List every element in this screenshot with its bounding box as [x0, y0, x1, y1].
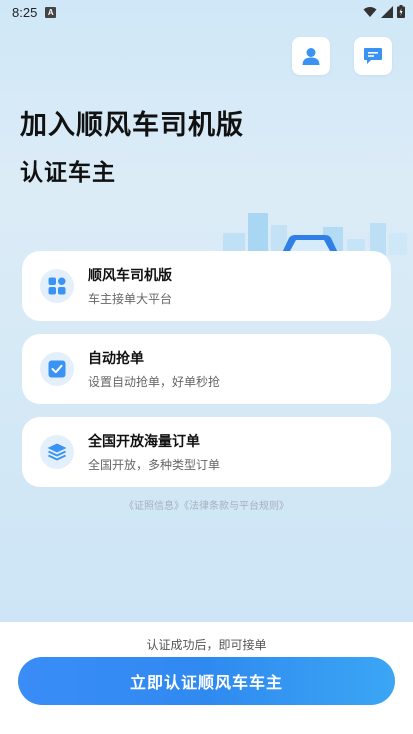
feature-title: 全国开放海量订单: [88, 434, 200, 450]
verify-owner-button[interactable]: 立即认证顺风车车主: [18, 657, 395, 705]
main-screen: 8:25 A 加入顺风车司机版 认证车主 顺风车司机版 车主接单大平台 自动抢单…: [0, 0, 413, 622]
status-bar: 8:25 A: [0, 0, 413, 24]
verification-hint: 认证成功后，即可接单: [146, 638, 267, 652]
feature-title: 顺风车司机版: [88, 268, 172, 284]
profile-button[interactable]: [292, 37, 330, 75]
feature-title: 自动抢单: [88, 351, 144, 367]
person-icon: [302, 48, 320, 65]
layers-icon: [47, 443, 67, 461]
notification-a-icon: A: [45, 6, 57, 18]
page-subtitle: 认证车主: [20, 160, 116, 186]
signal-icon: [381, 5, 393, 18]
legal-links[interactable]: 《证照信息》《法律条款与平台规则》: [0, 497, 413, 512]
battery-icon: [397, 5, 405, 18]
status-icons: [363, 5, 405, 18]
city-car-illustration: [223, 213, 407, 255]
wifi-icon: [363, 6, 377, 17]
chat-icon: [364, 48, 382, 64]
status-time: 8:25: [12, 4, 38, 20]
grid-icon-wrap: [40, 269, 74, 303]
message-button[interactable]: [354, 37, 392, 75]
feature-desc: 全国开放，多种类型订单: [88, 458, 221, 472]
feature-desc: 车主接单大平台: [88, 292, 173, 306]
feature-desc: 设置自动抢单，好单秒抢: [88, 375, 221, 389]
feature-card-auto-grab: 自动抢单 设置自动抢单，好单秒抢: [22, 334, 391, 404]
feature-card-nationwide-orders: 全国开放海量订单 全国开放，多种类型订单: [22, 417, 391, 487]
feature-card-driver-edition: 顺风车司机版 车主接单大平台: [22, 251, 391, 321]
checkbox-icon-wrap: [40, 352, 74, 386]
grid-icon: [48, 277, 66, 295]
checkbox-icon: [48, 360, 66, 378]
page-title: 加入顺风车司机版: [20, 110, 244, 141]
layers-icon-wrap: [40, 435, 74, 469]
bottom-panel: 认证成功后，即可接单 立即认证顺风车车主: [0, 622, 413, 734]
